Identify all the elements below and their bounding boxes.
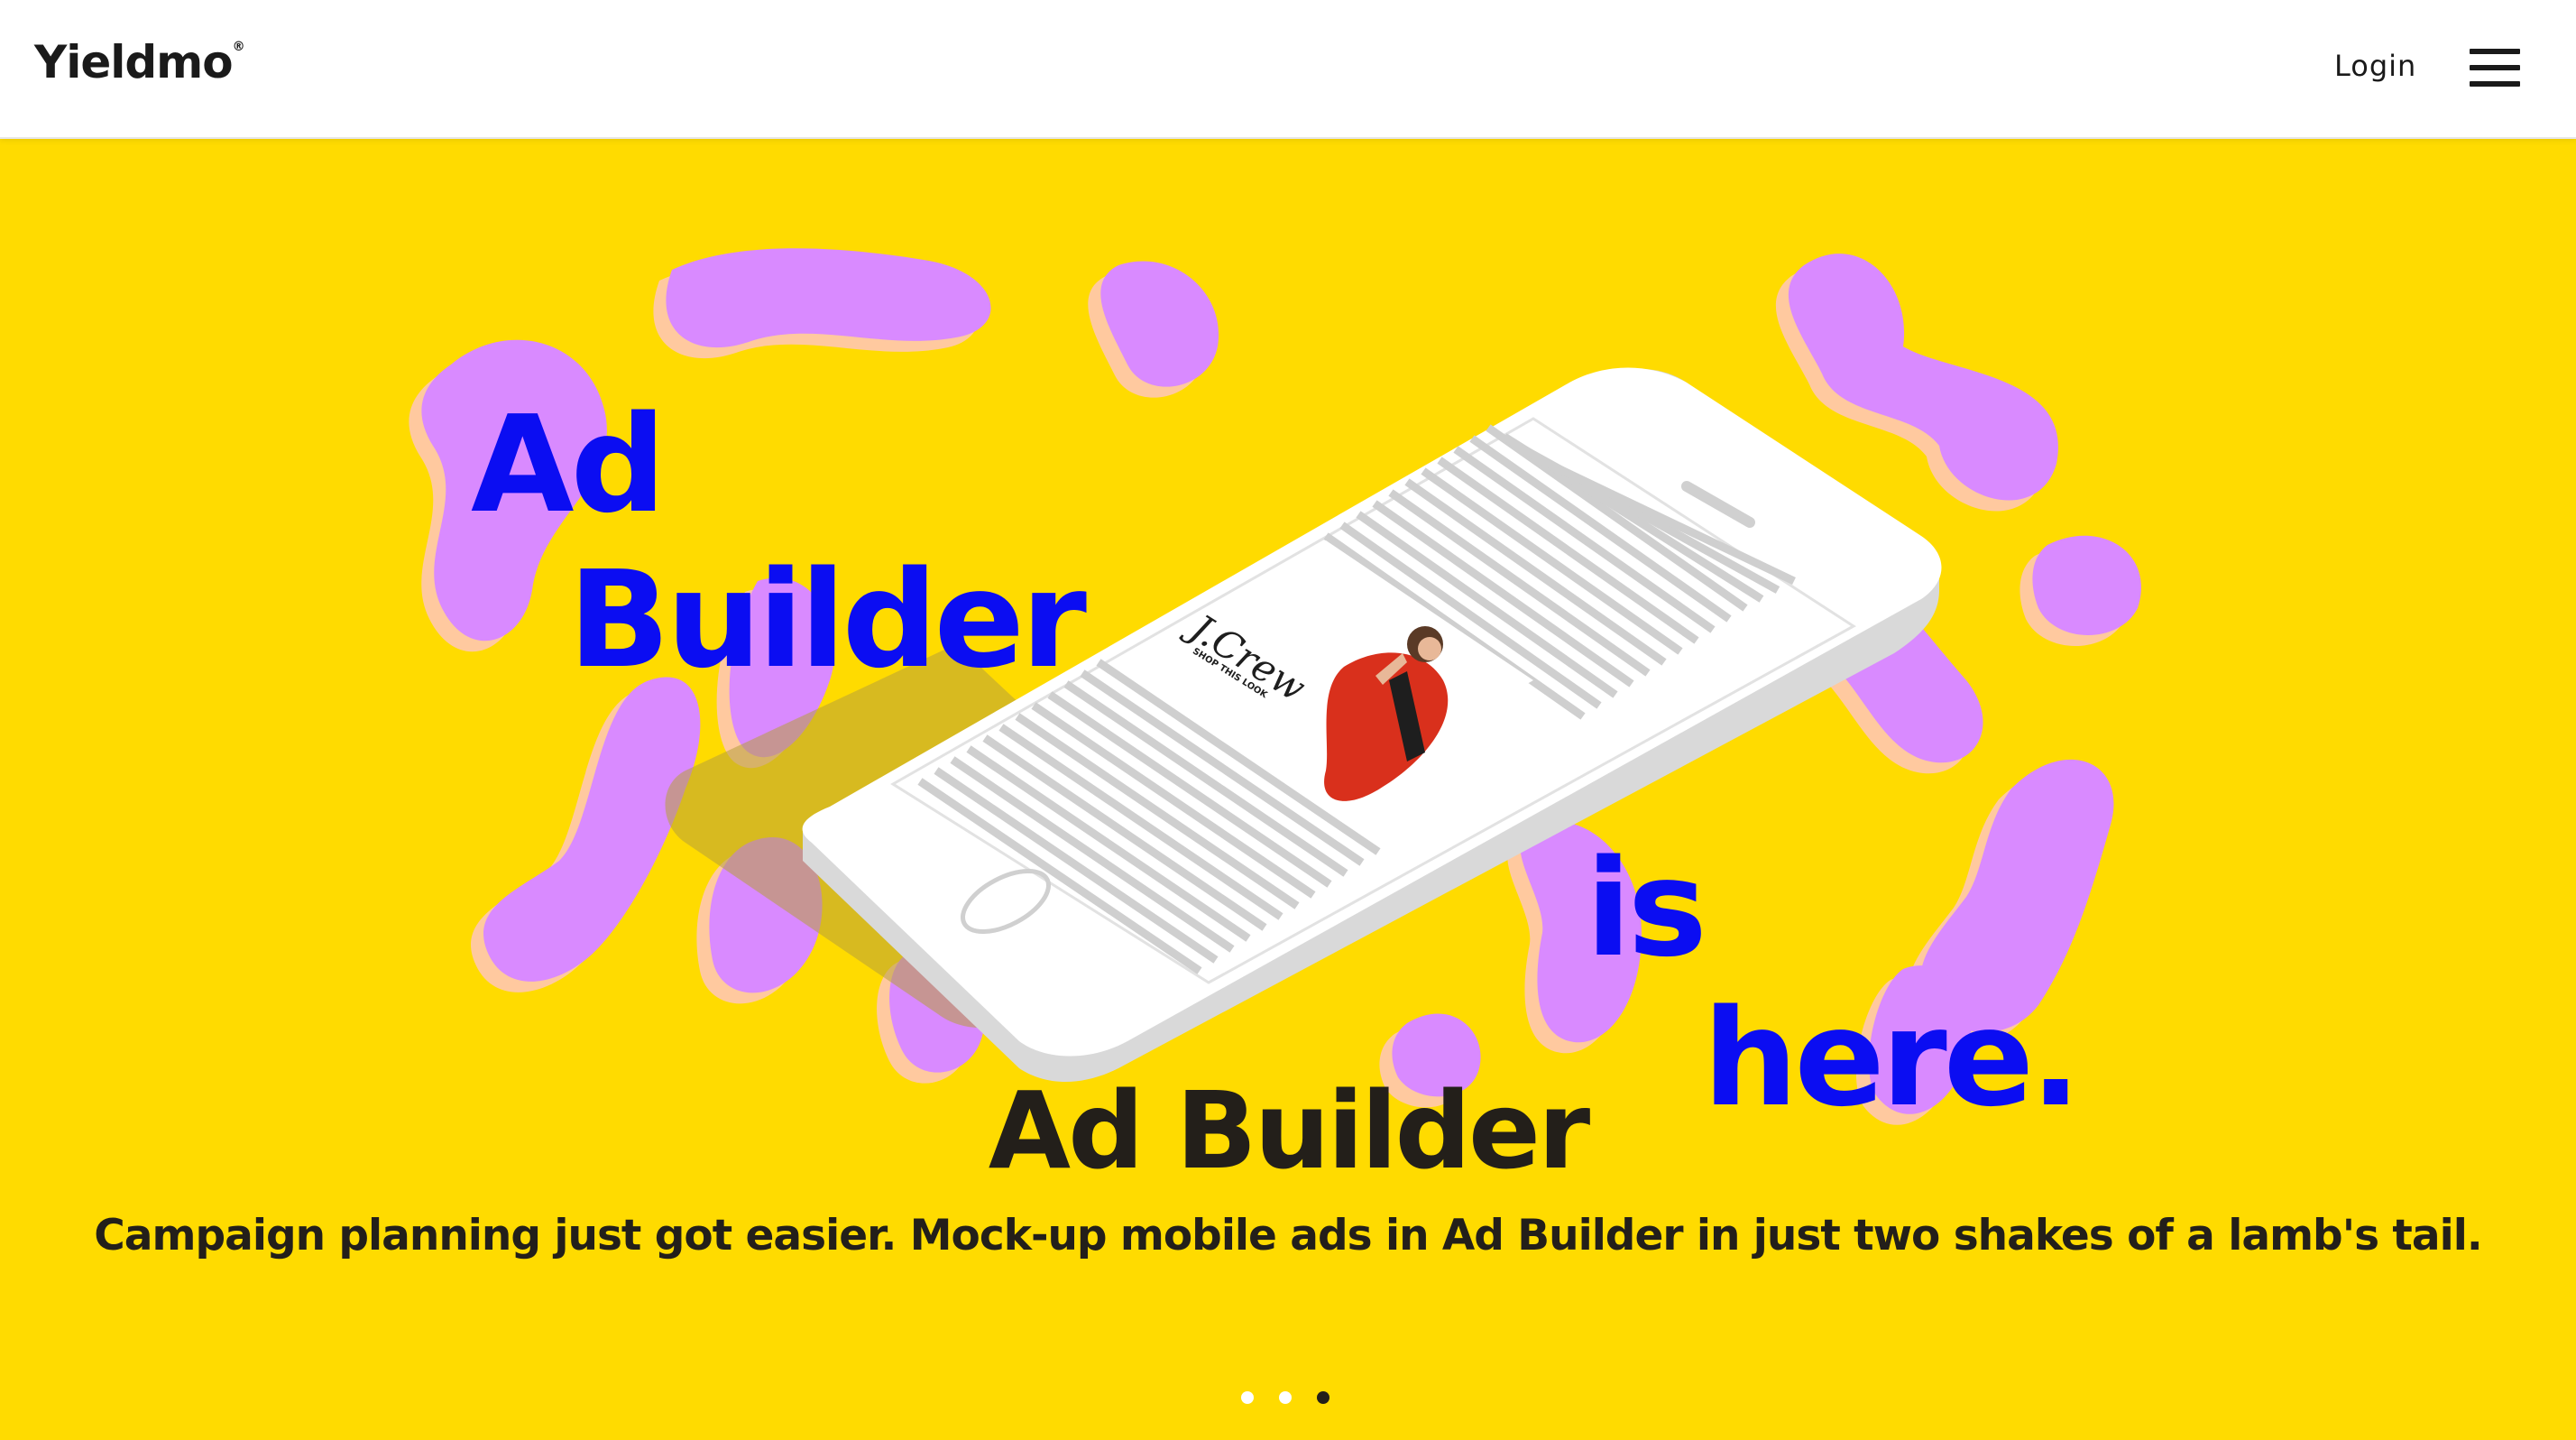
- phone-mockup: [802, 367, 1942, 1082]
- carousel-dot-3[interactable]: [1317, 1391, 1329, 1404]
- art-headline-line2: Builder: [568, 542, 1087, 697]
- registered-mark: ®: [232, 40, 245, 54]
- carousel-dot-2[interactable]: [1279, 1391, 1292, 1404]
- logo-text: Yieldmo: [34, 36, 234, 88]
- art-headline-line3: is: [1586, 831, 1704, 986]
- yieldmo-logo[interactable]: Yieldmo®: [34, 36, 245, 88]
- login-link[interactable]: Login: [2334, 49, 2416, 83]
- art-headline-line1: Ad: [471, 387, 662, 542]
- top-navbar: Yieldmo® Login: [0, 0, 2576, 139]
- hero-title: Ad Builder: [988, 1068, 1590, 1193]
- hero-slide: J.Crew SHOP THIS LOOK Ad Builder is here…: [0, 139, 2576, 1440]
- hamburger-menu-icon[interactable]: [2470, 49, 2520, 88]
- hero-subtitle: Campaign planning just got easier. Mock-…: [94, 1211, 2482, 1260]
- carousel-dot-1[interactable]: [1241, 1391, 1254, 1404]
- carousel-dots: [1241, 1391, 1335, 1409]
